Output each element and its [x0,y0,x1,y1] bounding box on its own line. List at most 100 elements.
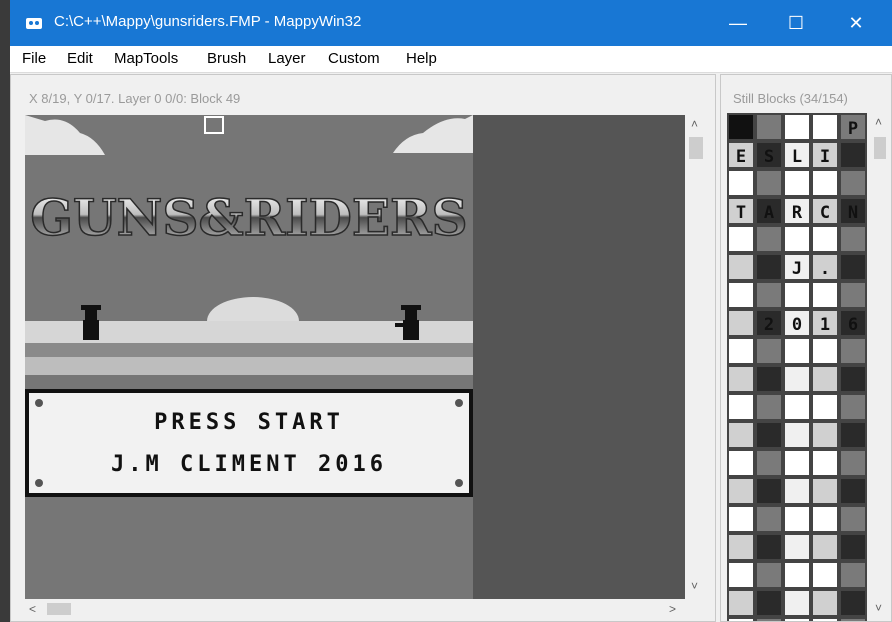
block-tile[interactable] [813,451,837,475]
scroll-left-icon[interactable]: < [29,602,36,616]
block-tile[interactable] [757,619,781,621]
block-tile[interactable] [813,395,837,419]
menu-maptools[interactable]: MapTools [114,50,178,67]
block-tile[interactable] [729,563,753,587]
block-tile[interactable] [785,451,809,475]
block-tile[interactable] [729,507,753,531]
block-tile[interactable] [729,255,753,279]
block-tile[interactable] [729,227,753,251]
block-tile[interactable] [785,283,809,307]
block-tile[interactable] [729,451,753,475]
block-tile[interactable] [729,115,753,139]
block-tile[interactable] [841,619,865,621]
block-tile[interactable] [841,507,865,531]
block-tile[interactable] [757,115,781,139]
block-tile[interactable] [841,479,865,503]
block-tile[interactable] [729,479,753,503]
blocks-vscroll-thumb[interactable] [874,137,886,159]
block-tile[interactable] [729,395,753,419]
block-tile[interactable] [785,367,809,391]
block-tile[interactable] [813,115,837,139]
block-tile[interactable] [729,283,753,307]
block-tile[interactable] [785,339,809,363]
block-tile[interactable] [841,171,865,195]
block-tile[interactable] [785,171,809,195]
block-tile[interactable] [757,507,781,531]
map-horizontal-scrollbar[interactable]: < > [25,599,685,619]
block-tile[interactable] [757,451,781,475]
block-tile[interactable] [729,367,753,391]
block-tile[interactable] [729,339,753,363]
block-tile[interactable] [757,283,781,307]
menu-brush[interactable]: Brush [207,50,246,67]
block-tile[interactable] [785,619,809,621]
block-tile[interactable] [729,535,753,559]
block-tile[interactable] [841,563,865,587]
block-tile[interactable] [841,451,865,475]
block-tile[interactable] [813,423,837,447]
block-tile[interactable] [785,479,809,503]
block-tile[interactable] [813,507,837,531]
block-tile[interactable] [757,423,781,447]
block-tile[interactable] [813,619,837,621]
scroll-down-icon[interactable]: ˅ [691,579,698,593]
block-tile[interactable] [841,283,865,307]
menu-help[interactable]: Help [406,50,437,67]
block-tile[interactable] [813,367,837,391]
block-tile[interactable] [813,479,837,503]
close-button[interactable]: ✕ [828,0,884,46]
menu-edit[interactable]: Edit [67,50,93,67]
block-tile[interactable] [757,367,781,391]
blocks-vertical-scrollbar[interactable]: ˄ ˅ [871,113,889,621]
block-tile[interactable] [757,227,781,251]
map-hscroll-thumb[interactable] [47,603,71,615]
block-tile[interactable] [757,591,781,615]
block-tile[interactable] [785,535,809,559]
block-tile[interactable] [757,255,781,279]
block-tile[interactable] [841,423,865,447]
block-tile[interactable] [757,535,781,559]
scroll-right-icon[interactable]: > [669,602,676,616]
block-tile[interactable] [729,171,753,195]
map-vscroll-thumb[interactable] [689,137,703,159]
block-tile[interactable] [757,339,781,363]
block-tile[interactable] [757,563,781,587]
menu-file[interactable]: File [22,50,46,67]
block-tile[interactable] [841,227,865,251]
minimize-button[interactable]: — [710,0,766,46]
block-tile[interactable] [785,115,809,139]
block-tile[interactable] [785,591,809,615]
block-tile[interactable] [813,227,837,251]
map-vertical-scrollbar[interactable]: ˄ ˅ [685,115,707,599]
block-tile[interactable] [785,423,809,447]
maximize-button[interactable]: ☐ [768,0,824,46]
menu-layer[interactable]: Layer [268,50,306,67]
block-tile[interactable] [785,563,809,587]
block-tile[interactable] [785,507,809,531]
map-canvas[interactable]: GUNS&RIDERS PRESS START J.M CLIMENT 2016 [25,115,685,599]
block-tile[interactable] [813,171,837,195]
block-tile[interactable] [757,171,781,195]
scroll-up-icon[interactable]: ˄ [691,117,698,131]
blocks-scroll-down-icon[interactable]: ˅ [875,601,882,615]
block-tile[interactable] [841,367,865,391]
block-tile[interactable] [841,255,865,279]
block-tile[interactable] [729,311,753,335]
block-tile[interactable] [841,591,865,615]
block-tile[interactable] [729,591,753,615]
blocks-scroll-up-icon[interactable]: ˄ [875,115,882,129]
block-tile[interactable] [729,423,753,447]
block-tile[interactable] [813,283,837,307]
block-tile[interactable] [813,563,837,587]
block-tile[interactable] [813,591,837,615]
block-tile[interactable] [841,395,865,419]
block-tile[interactable] [757,395,781,419]
block-tile[interactable] [757,479,781,503]
block-tile[interactable] [785,395,809,419]
block-tile[interactable] [729,619,753,621]
block-tile[interactable] [841,535,865,559]
block-tile[interactable] [841,143,865,167]
block-tile[interactable] [813,339,837,363]
block-tile[interactable] [841,339,865,363]
block-tile[interactable] [785,227,809,251]
